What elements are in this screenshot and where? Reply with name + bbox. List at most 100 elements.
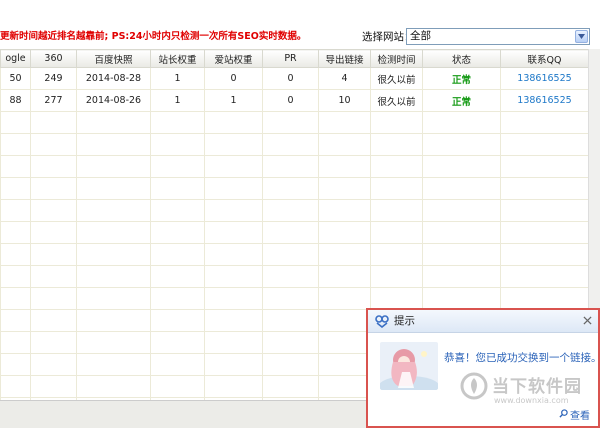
table-cell xyxy=(262,155,319,178)
table-cell: 50 xyxy=(0,67,31,90)
table-cell: 88 xyxy=(0,89,31,112)
table-cell xyxy=(150,331,205,354)
table-cell xyxy=(76,221,151,244)
popup-title: 提示 xyxy=(394,315,415,327)
column-header[interactable]: 站长权重 xyxy=(150,49,205,68)
table-cell xyxy=(422,177,501,200)
table-cell xyxy=(370,199,423,222)
table-cell xyxy=(76,133,151,156)
qq-link[interactable]: 138616525 xyxy=(500,67,588,90)
table-cell xyxy=(150,221,205,244)
column-header[interactable]: 检测时间 xyxy=(370,49,423,68)
table-cell xyxy=(500,243,588,266)
table-cell xyxy=(318,199,371,222)
table-cell xyxy=(76,243,151,266)
table-cell xyxy=(500,133,588,156)
table-cell xyxy=(0,199,31,222)
table-cell xyxy=(318,111,371,134)
table-cell xyxy=(262,221,319,244)
table-cell xyxy=(0,375,31,398)
table-cell xyxy=(422,199,501,222)
table-cell xyxy=(422,133,501,156)
table-cell: 0 xyxy=(262,67,319,90)
table-cell xyxy=(76,111,151,134)
qq-link[interactable]: 138616525 xyxy=(500,89,588,112)
popup-message: 恭喜！您已成功交换到一个链接。 xyxy=(444,352,600,364)
column-header[interactable]: 导出链接 xyxy=(318,49,371,68)
chevron-down-icon[interactable] xyxy=(575,30,588,43)
watermark-url: www.downxia.com xyxy=(494,396,569,405)
table-cell xyxy=(76,177,151,200)
table-cell xyxy=(30,177,77,200)
table-cell xyxy=(30,287,77,310)
table-row[interactable]: 50 249 2014-08-28 1 0 0 4 很久以前 正常 138616525 xyxy=(0,67,588,90)
column-header[interactable]: 状态 xyxy=(422,49,501,68)
table-cell xyxy=(318,133,371,156)
table-cell xyxy=(370,287,423,310)
table-cell xyxy=(76,155,151,178)
table-cell xyxy=(500,111,588,134)
table-cell xyxy=(204,133,263,156)
table-cell xyxy=(150,353,205,376)
table-cell: 0 xyxy=(262,89,319,112)
table-cell xyxy=(422,287,501,310)
table-cell xyxy=(262,331,319,354)
table-cell xyxy=(318,309,371,332)
table-row xyxy=(0,177,588,200)
table-cell xyxy=(500,221,588,244)
table-cell xyxy=(150,111,205,134)
notice-text: 更新时间越近排名越靠前; PS:24小时内只检测一次所有SEO实时数据。 xyxy=(0,31,307,42)
table-cell xyxy=(76,287,151,310)
table-cell xyxy=(150,287,205,310)
column-header[interactable]: 百度快照 xyxy=(76,49,151,68)
column-header[interactable]: PR xyxy=(262,49,319,68)
table-cell xyxy=(30,265,77,288)
watermark-name: 当下软件园 xyxy=(492,377,582,397)
table-cell xyxy=(262,111,319,134)
table-cell: 4 xyxy=(318,67,371,90)
column-header[interactable]: 联系QQ xyxy=(500,49,588,68)
table-cell: 1 xyxy=(204,89,263,112)
table-cell xyxy=(262,133,319,156)
view-link[interactable]: 查看 xyxy=(559,407,590,422)
table-cell xyxy=(150,177,205,200)
table-cell xyxy=(318,287,371,310)
column-header[interactable]: 爱站权重 xyxy=(204,49,263,68)
table-cell: 10 xyxy=(318,89,371,112)
table-cell xyxy=(204,199,263,222)
table-row xyxy=(0,243,588,266)
table-cell xyxy=(262,199,319,222)
table-cell xyxy=(0,177,31,200)
table-cell xyxy=(30,353,77,376)
table-cell xyxy=(262,309,319,332)
table-row xyxy=(0,221,588,244)
table-cell xyxy=(318,243,371,266)
column-header[interactable]: 360 xyxy=(30,49,77,68)
table-row xyxy=(0,133,588,156)
column-header[interactable]: ogle xyxy=(0,49,31,68)
table-cell xyxy=(370,133,423,156)
table-cell xyxy=(318,177,371,200)
table-cell xyxy=(204,309,263,332)
table-row[interactable]: 88 277 2014-08-26 1 1 0 10 很久以前 正常 138616525 xyxy=(0,89,588,112)
table-cell: 正常 xyxy=(422,89,501,112)
table-cell: 很久以前 xyxy=(370,67,423,90)
table-cell xyxy=(0,221,31,244)
table-cell xyxy=(0,243,31,266)
table-row xyxy=(0,199,588,222)
table-cell xyxy=(76,199,151,222)
table-cell xyxy=(30,199,77,222)
table-cell xyxy=(370,265,423,288)
table-cell xyxy=(0,331,31,354)
table-cell: 0 xyxy=(204,67,263,90)
table-cell xyxy=(204,111,263,134)
watermark-logo-icon xyxy=(460,372,488,400)
table-cell xyxy=(150,133,205,156)
table-header-row: ogle 360 百度快照 站长权重 爱站权重 PR 导出链接 检测时间 状态 联系QQ xyxy=(0,49,588,68)
close-icon[interactable] xyxy=(580,313,594,327)
site-select[interactable]: 全部 xyxy=(406,28,590,45)
table-cell xyxy=(262,353,319,376)
table-cell xyxy=(370,177,423,200)
table-cell xyxy=(150,309,205,332)
search-icon xyxy=(559,408,568,421)
